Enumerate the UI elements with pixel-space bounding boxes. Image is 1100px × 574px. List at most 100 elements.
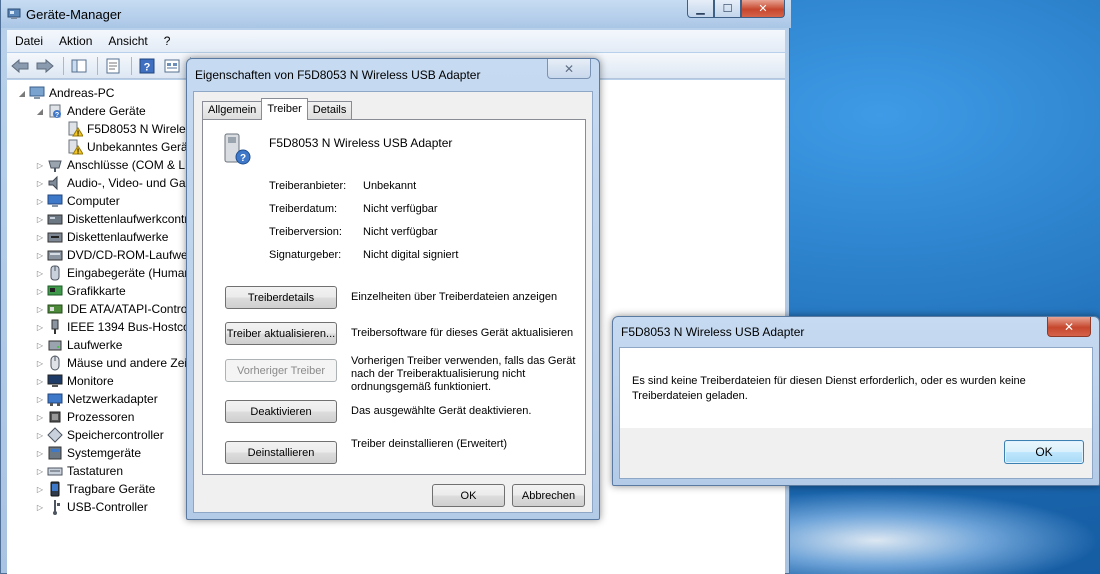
caption-buttons: ▁ ☐ ✕ [687,0,785,20]
ok-button[interactable]: OK [432,484,505,507]
uninstall-driver-desc: Treiber deinstallieren (Erweitert) [351,438,508,450]
expand-arrow-icon[interactable]: ▷ [35,341,45,350]
message-ok-button[interactable]: OK [1004,440,1084,464]
forward-arrow-icon[interactable] [34,56,56,76]
tree-item[interactable]: ▷ USB-Controller [35,498,148,516]
toolbar-separator [63,56,64,75]
message-box: F5D8053 N Wireless USB Adapter ✕ Es sind… [612,316,1100,486]
update-driver-desc: Treibersoftware für dieses Gerät aktuali… [351,327,574,339]
monitor-icon [47,373,63,389]
dialog-body: Allgemein Treiber Details ? F5D8053 N Wi… [193,91,593,513]
tree-item-label: Diskettenlaufwerke [67,230,169,244]
tree-item[interactable]: ▷ Netzwerkadapter [35,390,158,408]
disable-device-button[interactable]: Deaktivieren [225,400,337,423]
prop-label-version: Treiberversion: [269,226,342,238]
minimize-button[interactable]: ▁ [687,0,714,18]
computer-icon [47,193,63,209]
tree-item[interactable]: ▷ IDE ATA/ATAPI-Controller [35,300,204,318]
prop-value-provider: Unbekannt [363,180,417,192]
tree-item[interactable]: ▷ Systemgeräte [35,444,141,462]
tree-item[interactable]: ▷ Laufwerke [35,336,122,354]
tree-item[interactable]: ▷ Computer [35,192,120,210]
expand-arrow-icon[interactable]: ▷ [35,287,45,296]
tree-item-label: Grafikkarte [67,284,126,298]
tab-details[interactable]: Details [306,101,353,120]
tree-item[interactable]: ▷ Grafikkarte [35,282,126,300]
tree-item-label: USB-Controller [67,500,148,514]
show-hide-tree-icon[interactable] [68,56,90,76]
tree-item[interactable]: ▷ Speichercontroller [35,426,164,444]
tab-strip: Allgemein Treiber Details [202,98,353,120]
maximize-button[interactable]: ☐ [714,0,741,18]
expand-arrow-icon[interactable]: ▷ [35,161,45,170]
menu-ansicht[interactable]: Ansicht [100,34,155,48]
message-box-close-button[interactable]: ✕ [1047,317,1091,337]
help-icon[interactable]: ? [136,56,158,76]
hid-icon [47,265,63,281]
menu-aktion[interactable]: Aktion [51,34,100,48]
tree-item[interactable]: ◢? Andere Geräte [35,102,146,120]
close-button[interactable]: ✕ [741,0,785,18]
storage-controller-icon [47,427,63,443]
expand-arrow-icon[interactable]: ▷ [35,431,45,440]
expand-arrow-icon[interactable]: ▷ [35,413,45,422]
tree-item[interactable]: ▷ Tastaturen [35,462,123,480]
view-icon[interactable] [161,56,183,76]
rollback-driver-desc: Vorherigen Treiber verwenden, falls das … [351,355,576,393]
svg-text:?: ? [144,61,151,73]
tree-root[interactable]: ◢ Andreas-PC [17,84,114,102]
title-bar[interactable]: Geräte-Manager ▁ ☐ ✕ [1,0,791,28]
properties-icon[interactable] [102,56,124,76]
expand-arrow-icon[interactable]: ▷ [35,467,45,476]
expand-arrow-icon[interactable]: ▷ [35,305,45,314]
tree-item[interactable]: ▷ Diskettenlaufwerke [35,228,168,246]
tree-item[interactable]: ! Unbekanntes Gerät [55,138,191,156]
tab-allgemein[interactable]: Allgemein [202,101,263,120]
tree-item[interactable]: ▷ Diskettenlaufwerkcontroller [35,210,211,228]
display-adapter-icon [47,283,63,299]
processor-icon [47,409,63,425]
uninstall-driver-button[interactable]: Deinstallieren [225,441,337,464]
back-arrow-icon[interactable] [9,56,31,76]
collapse-arrow-icon[interactable]: ◢ [35,107,45,116]
prop-value-signer: Nicht digital signiert [363,249,459,261]
dvd-icon [47,247,63,263]
prop-label-provider: Treiberanbieter: [269,180,347,192]
usb-device-icon: ? [221,132,255,166]
expand-arrow-icon[interactable]: ▷ [35,215,45,224]
dialog-close-button[interactable]: ✕ [547,59,591,79]
expand-arrow-icon[interactable]: ▷ [35,359,45,368]
prop-value-date: Nicht verfügbar [363,203,438,215]
expand-arrow-icon[interactable]: ▷ [35,377,45,386]
tree-item[interactable]: ▷ Monitore [35,372,114,390]
properties-dialog: Eigenschaften von F5D8053 N Wireless USB… [186,58,600,520]
expand-arrow-icon[interactable]: ▷ [35,251,45,260]
expand-arrow-icon[interactable]: ▷ [35,449,45,458]
collapse-arrow-icon[interactable]: ◢ [17,89,27,98]
tree-item-label: Tastaturen [67,464,124,478]
rollback-driver-button[interactable]: Vorheriger Treiber [225,359,337,382]
menu-help[interactable]: ? [156,34,179,48]
tab-treiber[interactable]: Treiber [261,98,308,120]
expand-arrow-icon[interactable]: ▷ [35,179,45,188]
tree-item[interactable]: ▷ DVD/CD-ROM-Laufwerke [35,246,204,264]
cancel-button[interactable]: Abbrechen [512,484,585,507]
toolbar-separator [131,56,132,75]
expand-arrow-icon[interactable]: ▷ [35,197,45,206]
driver-details-button[interactable]: Treiberdetails [225,286,337,309]
expand-arrow-icon[interactable]: ▷ [35,233,45,242]
tree-item[interactable]: ▷ Anschlüsse (COM & LPT) [35,156,204,174]
menu-datei[interactable]: Datei [7,34,51,48]
expand-arrow-icon[interactable]: ▷ [35,503,45,512]
tree-item[interactable]: ▷ Tragbare Geräte [35,480,155,498]
prop-value-version: Nicht verfügbar [363,226,438,238]
expand-arrow-icon[interactable]: ▷ [35,323,45,332]
window-title: Geräte-Manager [26,7,122,22]
update-driver-button[interactable]: Treiber aktualisieren... [225,322,337,345]
expand-arrow-icon[interactable]: ▷ [35,485,45,494]
tree-item[interactable]: ▷ Prozessoren [35,408,134,426]
svg-text:!: ! [77,149,79,156]
expand-arrow-icon[interactable]: ▷ [35,269,45,278]
expand-arrow-icon[interactable]: ▷ [35,395,45,404]
disk-icon [47,337,63,353]
